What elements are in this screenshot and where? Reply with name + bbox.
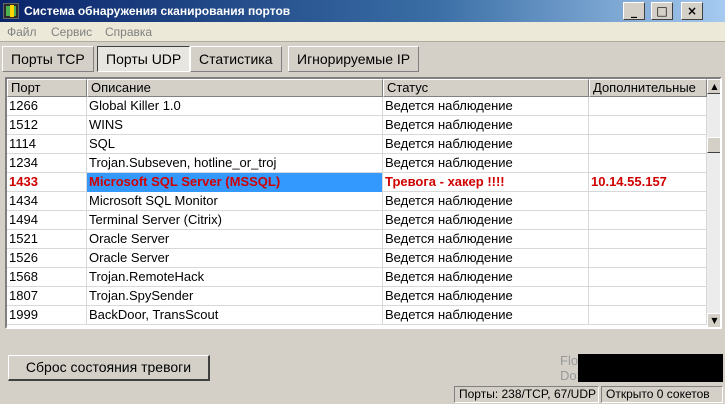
- column-header-port[interactable]: Порт: [7, 79, 87, 97]
- cell-extra: [589, 116, 707, 135]
- cell-description: WINS: [87, 116, 383, 135]
- cell-extra: [589, 287, 707, 306]
- column-header-extra[interactable]: Дополнительные: [589, 79, 707, 97]
- cell-extra: [589, 97, 707, 116]
- table-row-alert[interactable]: 1433 Microsoft SQL Server (MSSQL) Тревог…: [7, 173, 707, 192]
- table-body: 1266 Global Killer 1.0 Ведется наблюдени…: [7, 97, 707, 327]
- cell-status-alert: Тревога - хакер !!!!: [383, 173, 589, 192]
- vertical-scrollbar[interactable]: ▲ ▼: [707, 79, 720, 327]
- column-header-description[interactable]: Описание: [87, 79, 383, 97]
- cell-description-selected: Microsoft SQL Server (MSSQL): [87, 173, 383, 192]
- title-bar: Система обнаружения сканирования портов …: [0, 0, 725, 22]
- cell-description: Terminal Server (Citrix): [87, 211, 383, 230]
- table-row[interactable]: 1999 BackDoor, TransScout Ведется наблюд…: [7, 306, 707, 325]
- cell-description: Oracle Server: [87, 249, 383, 268]
- scroll-up-icon[interactable]: ▲: [707, 79, 720, 94]
- cell-extra: [589, 211, 707, 230]
- table-row[interactable]: 1807 Trojan.SpySender Ведется наблюдение: [7, 287, 707, 306]
- tab-strip: Порты TCP Порты UDP Статистика Игнорируе…: [0, 44, 725, 74]
- minimize-button[interactable]: _: [623, 2, 645, 20]
- tab-statistics[interactable]: Статистика: [190, 46, 282, 72]
- status-bar: Порты: 238/TCP, 67/UDP Открыто 0 сокетов: [0, 385, 725, 404]
- cell-port: 1568: [7, 268, 87, 287]
- cell-port: 1512: [7, 116, 87, 135]
- cell-port: 1526: [7, 249, 87, 268]
- cell-port: 1999: [7, 306, 87, 325]
- cell-status: Ведется наблюдение: [383, 287, 589, 306]
- window-title: Система обнаружения сканирования портов: [24, 4, 291, 18]
- table-row[interactable]: 1234 Trojan.Subseven, hotline_or_troj Ве…: [7, 154, 707, 173]
- scroll-thumb[interactable]: [707, 137, 720, 153]
- cell-status: Ведется наблюдение: [383, 154, 589, 173]
- table-row[interactable]: 1526 Oracle Server Ведется наблюдение: [7, 249, 707, 268]
- cell-extra: [589, 192, 707, 211]
- cell-status: Ведется наблюдение: [383, 135, 589, 154]
- table-header: Порт Описание Статус Дополнительные: [7, 79, 707, 97]
- app-icon: [3, 3, 19, 19]
- cell-status: Ведется наблюдение: [383, 192, 589, 211]
- cell-description: Trojan.RemoteHack: [87, 268, 383, 287]
- cell-extra: [589, 249, 707, 268]
- cell-description: Trojan.Subseven, hotline_or_troj: [87, 154, 383, 173]
- table-row[interactable]: 1521 Oracle Server Ведется наблюдение: [7, 230, 707, 249]
- column-header-status[interactable]: Статус: [383, 79, 589, 97]
- scroll-down-icon[interactable]: ▼: [707, 313, 720, 327]
- close-button[interactable]: ×: [681, 2, 703, 20]
- status-sockets: Открыто 0 сокетов: [601, 386, 723, 403]
- tab-ignored-ip[interactable]: Игнорируемые IP: [288, 46, 420, 72]
- cell-description: SQL: [87, 135, 383, 154]
- table-row[interactable]: 1266 Global Killer 1.0 Ведется наблюдени…: [7, 97, 707, 116]
- flood-dos-indicator: [578, 354, 723, 382]
- cell-extra: [589, 306, 707, 325]
- status-ports: Порты: 238/TCP, 67/UDP: [454, 386, 599, 403]
- cell-status: Ведется наблюдение: [383, 306, 589, 325]
- maximize-button[interactable]: □: [651, 2, 673, 20]
- cell-status: Ведется наблюдение: [383, 230, 589, 249]
- ports-table: Порт Описание Статус Дополнительные 1266…: [5, 77, 722, 329]
- cell-status: Ведется наблюдение: [383, 249, 589, 268]
- cell-status: Ведется наблюдение: [383, 116, 589, 135]
- table-row[interactable]: 1434 Microsoft SQL Monitor Ведется наблю…: [7, 192, 707, 211]
- cell-extra: [589, 135, 707, 154]
- table-row[interactable]: 1512 WINS Ведется наблюдение: [7, 116, 707, 135]
- menu-file[interactable]: Файл: [7, 25, 37, 39]
- cell-extra: [589, 268, 707, 287]
- cell-description: Oracle Server: [87, 230, 383, 249]
- cell-attacker-ip: 10.14.55.157: [589, 173, 707, 192]
- cell-description: Microsoft SQL Monitor: [87, 192, 383, 211]
- table-row[interactable]: 1114 SQL Ведется наблюдение: [7, 135, 707, 154]
- menu-bar: Файл Сервис Справка: [0, 22, 725, 42]
- cell-port: 1521: [7, 230, 87, 249]
- cell-port: 1114: [7, 135, 87, 154]
- cell-status: Ведется наблюдение: [383, 211, 589, 230]
- cell-description: BackDoor, TransScout: [87, 306, 383, 325]
- menu-help[interactable]: Справка: [105, 25, 152, 39]
- menu-service[interactable]: Сервис: [51, 25, 92, 39]
- reset-alarm-button[interactable]: Сброс состояния тревоги: [8, 355, 210, 381]
- tab-udp-ports[interactable]: Порты UDP: [97, 46, 191, 72]
- cell-description: Trojan.SpySender: [87, 287, 383, 306]
- cell-status: Ведется наблюдение: [383, 97, 589, 116]
- cell-port: 1434: [7, 192, 87, 211]
- table-row[interactable]: 1494 Terminal Server (Citrix) Ведется на…: [7, 211, 707, 230]
- cell-status: Ведется наблюдение: [383, 268, 589, 287]
- cell-port: 1433: [7, 173, 87, 192]
- table-row[interactable]: 1568 Trojan.RemoteHack Ведется наблюдени…: [7, 268, 707, 287]
- cell-extra: [589, 230, 707, 249]
- cell-port: 1266: [7, 97, 87, 116]
- cell-extra: [589, 154, 707, 173]
- cell-port: 1234: [7, 154, 87, 173]
- cell-port: 1494: [7, 211, 87, 230]
- tab-tcp-ports[interactable]: Порты TCP: [2, 46, 94, 72]
- cell-description: Global Killer 1.0: [87, 97, 383, 116]
- cell-port: 1807: [7, 287, 87, 306]
